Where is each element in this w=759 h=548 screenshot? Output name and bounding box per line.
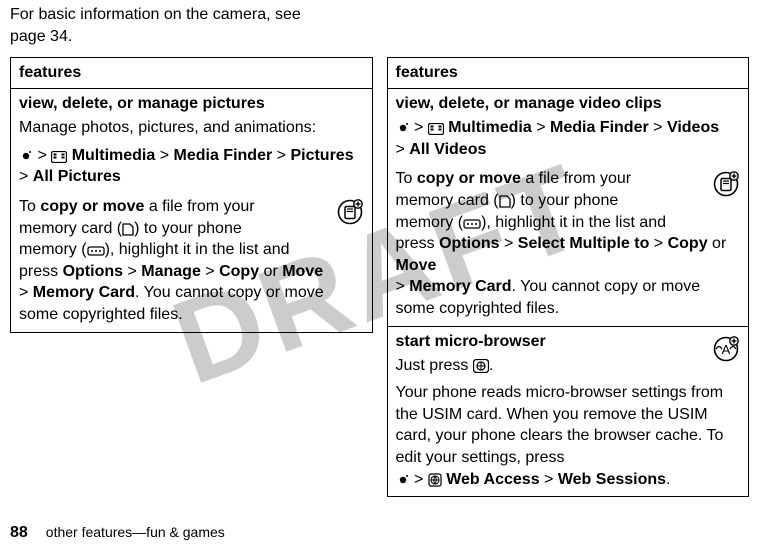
right-nav-path: > Multimedia > Media Finder > Videos > A…: [396, 117, 741, 160]
nav-manage: Manage: [141, 263, 201, 280]
text: press: [396, 235, 440, 252]
svg-text:A: A: [722, 342, 731, 357]
center-key-icon: [19, 149, 33, 163]
phone-memory-icon: [463, 218, 481, 230]
nav-select-multiple: Select Multiple to: [518, 235, 650, 252]
text: memory (: [396, 214, 464, 231]
phone-memory-icon: [87, 245, 105, 257]
left-column: features view, delete, or manage picture…: [10, 57, 373, 497]
footer-section-text: other features—fun & games: [46, 524, 225, 540]
text: memory (: [19, 241, 87, 258]
intro-paragraph: For basic information on the camera, see…: [10, 4, 375, 47]
sep: >: [544, 471, 553, 488]
nav-web-access: Web Access: [446, 471, 539, 488]
nav-options: Options: [63, 263, 123, 280]
text: To: [396, 170, 417, 187]
right-row-videos: view, delete, or manage video clips > Mu…: [387, 89, 749, 326]
sep: >: [160, 147, 169, 164]
text: ), highlight it in the list and: [105, 241, 290, 258]
right-copy-move-block: To copy or move a file from your memory …: [396, 168, 741, 319]
sep: >: [19, 168, 28, 185]
center-key-icon: [396, 473, 410, 487]
intro-line1: For basic information on the camera, see: [10, 6, 301, 23]
nav-all-pictures: All Pictures: [33, 168, 121, 185]
text: memory card (: [396, 192, 499, 209]
text: ), highlight it in the list and: [481, 214, 666, 231]
nav-copy: Copy: [219, 263, 259, 280]
memory-card-icon: [122, 222, 134, 236]
sep: >: [205, 263, 214, 280]
features-table-right: features view, delete, or manage video c…: [387, 57, 750, 497]
intro-line2: page 34.: [10, 28, 72, 45]
right-row-browser: A start micro-browser Just press . Your …: [387, 326, 749, 497]
nav-all-videos: All Videos: [409, 141, 486, 158]
sep: >: [19, 284, 28, 301]
text: .: [666, 471, 670, 488]
nav-videos: Videos: [667, 119, 719, 136]
right-column: features view, delete, or manage video c…: [387, 57, 750, 497]
page-footer: 88 other features—fun & games: [10, 524, 225, 542]
multimedia-icon: [428, 123, 444, 135]
nav-media-finder: Media Finder: [550, 119, 649, 136]
features-table-left: features view, delete, or manage picture…: [10, 57, 373, 332]
text: press: [19, 263, 63, 280]
memory-card-icon: [499, 194, 511, 208]
text: ) to your phone: [134, 220, 242, 237]
text: ) to your phone: [511, 192, 619, 209]
web-access-icon: [428, 473, 442, 487]
left-row-title: view, delete, or manage pictures: [19, 95, 364, 113]
browser-para2: Your phone reads micro-browser settings …: [396, 382, 741, 468]
text: a file from your: [521, 170, 631, 187]
multimedia-icon: [51, 151, 67, 163]
nav-multimedia: Multimedia: [448, 119, 532, 136]
nav-multimedia: Multimedia: [72, 147, 156, 164]
text: .: [489, 357, 493, 374]
center-key-icon: [396, 121, 410, 135]
text: memory card (: [19, 220, 122, 237]
nav-media-finder: Media Finder: [174, 147, 273, 164]
optional-network-icon: A: [712, 335, 740, 368]
sep: >: [654, 235, 663, 252]
copy-or-move-bold: copy or move: [417, 170, 521, 187]
optional-memory-icon: [712, 170, 740, 205]
left-row-lead: Manage photos, pictures, and animations:: [19, 117, 364, 139]
page-number: 88: [10, 524, 28, 542]
right-row1-title: view, delete, or manage video clips: [396, 95, 741, 113]
copy-or-move-bold: copy or move: [40, 198, 144, 215]
features-header-left: features: [11, 58, 373, 89]
browser-key-icon: [473, 359, 489, 373]
sep: >: [127, 263, 136, 280]
sep: >: [396, 141, 405, 158]
sep: >: [37, 147, 46, 164]
features-header-right: features: [387, 58, 749, 89]
text: To: [19, 198, 40, 215]
optional-memory-icon: [336, 198, 364, 233]
text: Just press: [396, 357, 473, 374]
text: or: [259, 263, 282, 280]
nav-copy: Copy: [668, 235, 708, 252]
sep: >: [536, 119, 545, 136]
sep: >: [414, 471, 423, 488]
left-copy-move-block: To copy or move a file from your memory …: [19, 196, 364, 326]
just-press-line: Just press .: [396, 355, 741, 377]
left-nav-path: > Multimedia > Media Finder > Pictures >…: [19, 145, 364, 188]
nav-pictures: Pictures: [290, 147, 353, 164]
sep: >: [277, 147, 286, 164]
nav-memory-card: Memory Card: [409, 278, 511, 295]
sep: >: [414, 119, 423, 136]
browser-nav-path: > Web Access > Web Sessions.: [396, 469, 741, 491]
nav-move: Move: [396, 257, 437, 274]
nav-move: Move: [282, 263, 323, 280]
text: a file from your: [144, 198, 254, 215]
nav-options: Options: [439, 235, 499, 252]
sep: >: [653, 119, 662, 136]
nav-memory-card: Memory Card: [33, 284, 135, 301]
sep: >: [396, 278, 405, 295]
sep: >: [504, 235, 513, 252]
right-row2-title: start micro-browser: [396, 333, 741, 351]
text: or: [708, 235, 727, 252]
left-row-pictures: view, delete, or manage pictures Manage …: [11, 89, 373, 332]
nav-web-sessions: Web Sessions: [558, 471, 666, 488]
